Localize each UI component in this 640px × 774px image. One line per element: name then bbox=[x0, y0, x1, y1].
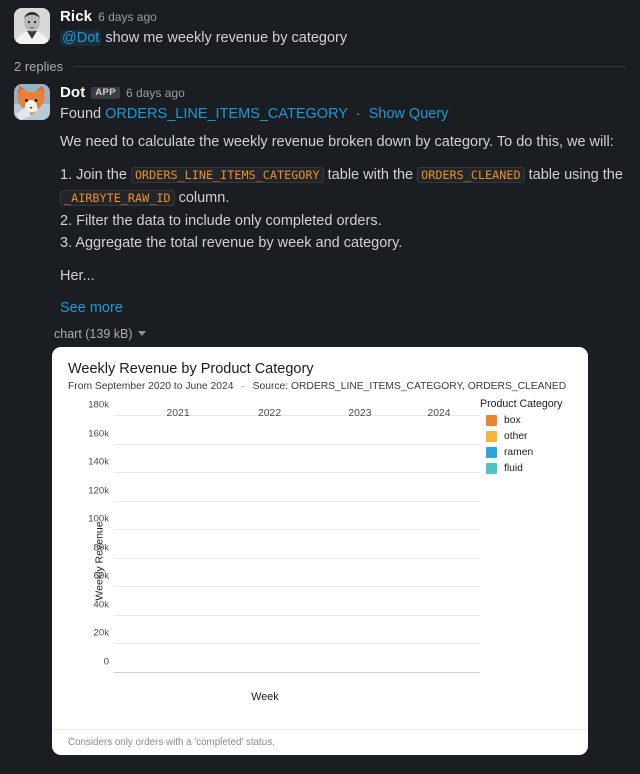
y-axis-label: Weekly Revenue bbox=[93, 520, 106, 601]
y-tick-label: 40k bbox=[93, 599, 109, 611]
code-airbyte-raw-id: _AIRBYTE_RAW_ID bbox=[60, 189, 175, 206]
found-prefix: Found bbox=[60, 106, 102, 123]
legend-swatch-other bbox=[486, 431, 497, 443]
y-tick-label: 180k bbox=[88, 399, 109, 411]
y-tick-label: 0 bbox=[103, 656, 109, 668]
x-tick-label: 2022 bbox=[257, 408, 282, 420]
x-tick-label: 2023 bbox=[348, 408, 372, 420]
divider-rule bbox=[73, 66, 626, 68]
user-message-text: @Dot show me weekly revenue by category bbox=[60, 28, 626, 49]
separator-dot: · bbox=[355, 106, 361, 123]
chart-source: Source: ORDERS_LINE_ITEMS_CATEGORY, ORDE… bbox=[252, 381, 567, 393]
code-orders-cleaned: ORDERS_CLEANED bbox=[417, 167, 525, 184]
user-message: Rick 6 days ago @Dot show me weekly reve… bbox=[0, 0, 640, 49]
legend-label: other bbox=[504, 431, 528, 443]
found-table-row: Found ORDERS_LINE_ITEMS_CATEGORY · Show … bbox=[60, 104, 626, 125]
reasoning-truncated: Her... bbox=[60, 267, 95, 284]
x-tick-label: 2024 bbox=[427, 408, 451, 420]
legend-label: fluid bbox=[504, 463, 523, 475]
step1-prefix: 1. Join the bbox=[60, 167, 127, 184]
chart-subtitle: From September 2020 to June 2024 · Sourc… bbox=[68, 381, 572, 392]
x-axis-label: Week bbox=[251, 690, 279, 703]
legend-item-box[interactable]: box bbox=[486, 415, 578, 427]
message-timestamp: 6 days ago bbox=[98, 9, 157, 24]
code-orders-line-items-category: ORDERS_LINE_ITEMS_CATEGORY bbox=[130, 167, 324, 184]
show-query-link[interactable]: Show Query bbox=[369, 106, 449, 122]
app-badge: APP bbox=[91, 86, 121, 99]
reasoning-block: We need to calculate the weekly revenue … bbox=[0, 125, 640, 317]
chart-date-range: From September 2020 to June 2024 bbox=[68, 381, 234, 393]
plot-wrapper: Weekly Revenue Week 0 20k 40k 60k 80k 100k 120… bbox=[52, 392, 588, 729]
step1-mid: table with the bbox=[327, 167, 414, 184]
bar-series-container bbox=[114, 402, 480, 673]
chart-title: Weekly Revenue by Product Category bbox=[68, 360, 314, 377]
x-tick-label: 2021 bbox=[166, 408, 190, 420]
legend-title: Product Category bbox=[480, 398, 563, 411]
legend-swatch-box bbox=[486, 415, 497, 427]
legend-item-fluid[interactable]: fluid bbox=[486, 463, 578, 475]
rick-avatar[interactable] bbox=[14, 8, 50, 44]
subtitle-separator: · bbox=[241, 381, 245, 393]
y-tick-label: 20k bbox=[93, 627, 109, 639]
chart-card: Weekly Revenue by Product Category From … bbox=[52, 346, 588, 755]
attachment-header[interactable]: chart (139 kB) bbox=[0, 317, 640, 347]
y-tick-label: 140k bbox=[88, 456, 109, 468]
legend-label: box bbox=[504, 415, 521, 427]
chart-legend: Product Category box other ramen fluid bbox=[480, 398, 578, 479]
reasoning-intro: We need to calculate the weekly revenue … bbox=[60, 134, 614, 151]
legend-items: box other ramen fluid bbox=[480, 415, 578, 475]
step1-end: column. bbox=[178, 189, 230, 206]
attachment-name[interactable]: chart (139 kB) bbox=[54, 327, 133, 341]
legend-swatch-fluid bbox=[486, 463, 497, 475]
see-more-link[interactable]: See more bbox=[60, 300, 123, 316]
step1-suffix: table using the bbox=[528, 167, 623, 184]
y-tick-label: 60k bbox=[93, 570, 109, 582]
legend-swatch-ramen bbox=[486, 447, 497, 459]
axis-baseline bbox=[114, 671, 480, 673]
message-timestamp: 6 days ago bbox=[126, 85, 185, 100]
user-message-body: show me weekly revenue by category bbox=[105, 30, 348, 46]
reasoning-step-2: 2. Filter the data to include only compl… bbox=[60, 212, 382, 229]
y-tick-label: 160k bbox=[88, 428, 109, 440]
legend-label: ramen bbox=[504, 447, 534, 459]
chart-header: Weekly Revenue by Product Category From … bbox=[52, 347, 588, 392]
reasoning-step-3: 3. Aggregate the total revenue by week a… bbox=[60, 235, 403, 252]
bot-message: Dot APP 6 days ago Found ORDERS_LINE_ITE… bbox=[0, 76, 640, 125]
replies-count[interactable]: 2 replies bbox=[14, 59, 63, 74]
y-tick-label: 80k bbox=[93, 542, 109, 554]
message-author[interactable]: Dot bbox=[60, 85, 85, 100]
reasoning-step-1: 1. Join the ORDERS_LINE_ITEMS_CATEGORY t… bbox=[60, 164, 626, 209]
legend-item-ramen[interactable]: ramen bbox=[486, 447, 578, 459]
y-tick-label: 120k bbox=[88, 485, 109, 497]
legend-item-other[interactable]: other bbox=[486, 431, 578, 443]
y-tick-label: 100k bbox=[88, 513, 109, 525]
found-table-link[interactable]: ORDERS_LINE_ITEMS_CATEGORY bbox=[105, 106, 348, 122]
replies-divider: 2 replies bbox=[0, 49, 640, 76]
message-author[interactable]: Rick bbox=[60, 9, 92, 24]
reasoning-steps: 1. Join the ORDERS_LINE_ITEMS_CATEGORY t… bbox=[60, 164, 626, 254]
mention-dot[interactable]: @Dot bbox=[60, 30, 102, 46]
dot-fox-avatar[interactable] bbox=[14, 84, 50, 121]
plot-area: 0 20k 40k 60k 80k 100k 120k 140k 160k 180k 2021 20… bbox=[88, 400, 480, 673]
chart-footnote: Considers only orders with a 'completed'… bbox=[52, 728, 588, 755]
chevron-down-icon[interactable] bbox=[137, 331, 146, 337]
